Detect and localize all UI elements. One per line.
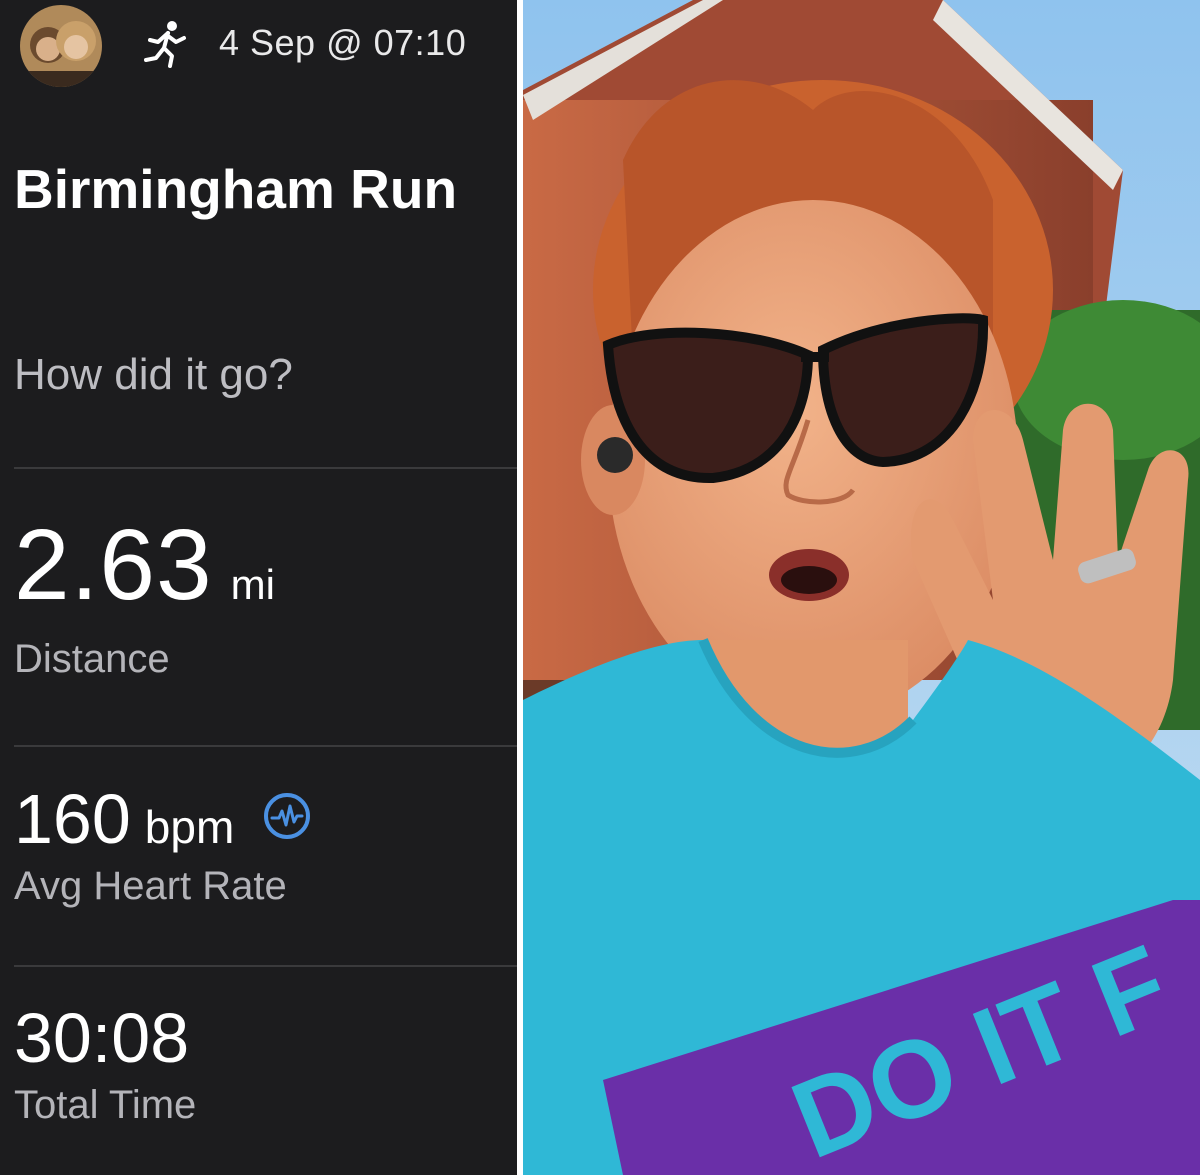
user-avatar[interactable] — [20, 5, 102, 87]
divider — [14, 965, 517, 967]
total-time-number: 30:08 — [14, 999, 190, 1077]
distance-number: 2.63 — [14, 509, 213, 621]
feedback-prompt[interactable]: How did it go? — [14, 350, 293, 400]
selfie-photo: DO IT F — [523, 0, 1200, 1175]
heart-rate-value: 160 bpm — [14, 779, 234, 859]
distance-unit: mi — [230, 561, 275, 608]
selfie-illustration: DO IT F — [523, 0, 1200, 1175]
distance-label: Distance — [14, 637, 170, 681]
heart-rate-label: Avg Heart Rate — [14, 864, 287, 908]
heart-rate-unit: bpm — [144, 801, 235, 853]
heart-rate-number: 160 — [14, 780, 131, 858]
heart-rate-monitor-icon[interactable] — [263, 792, 311, 840]
divider — [14, 467, 517, 469]
running-person-icon — [138, 18, 190, 70]
total-time-label: Total Time — [14, 1083, 197, 1127]
total-time-value: 30:08 — [14, 998, 189, 1078]
divider — [14, 745, 517, 747]
activity-datetime: 4 Sep @ 07:10 — [219, 22, 467, 63]
activity-title[interactable]: Birmingham Run — [14, 157, 457, 221]
activity-summary-panel: 4 Sep @ 07:10 Birmingham Run How did it … — [0, 0, 517, 1175]
distance-value: 2.63 mi — [14, 508, 275, 623]
